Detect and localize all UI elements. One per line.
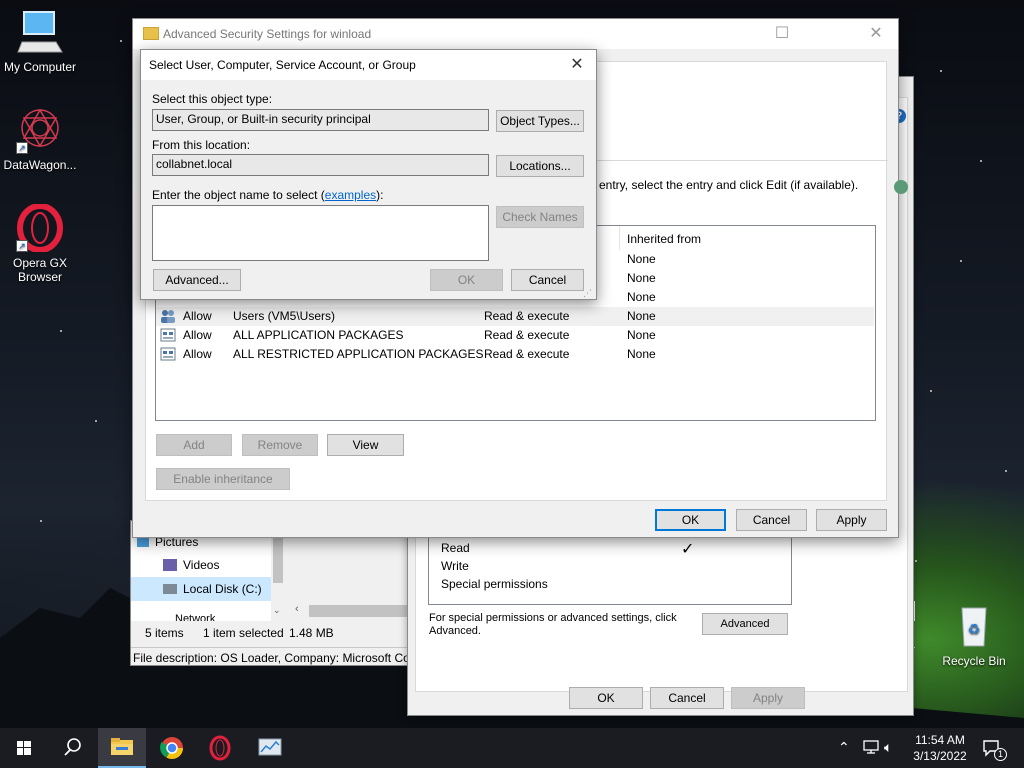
globe-icon: [894, 180, 908, 194]
advanced-hint-text: For special permissions or advanced sett…: [429, 612, 677, 637]
properties-apply-button[interactable]: Apply: [731, 687, 805, 709]
file-description: File description: OS Loader, Company: Mi…: [133, 651, 414, 665]
taskbar-chrome[interactable]: [148, 728, 196, 768]
resize-grip-icon[interactable]: ⋰: [583, 288, 593, 298]
advanced-cancel-button[interactable]: Cancel: [736, 509, 807, 531]
properties-ok-button[interactable]: OK: [569, 687, 643, 709]
permission-entry-row[interactable]: Allow ALL RESTRICTED APPLICATION PACKAGE…: [156, 345, 874, 364]
desktop-icon-recycle-bin[interactable]: ♻ Recycle Bin: [934, 602, 1014, 668]
permission-entry-row[interactable]: Allow Users (VM5\Users) Read & execute N…: [156, 307, 874, 326]
drive-icon: [163, 584, 177, 594]
location-label: From this location:: [152, 138, 251, 152]
nav-item-local-disk[interactable]: Local Disk (C:): [183, 582, 262, 596]
maximize-icon[interactable]: ☐: [759, 19, 805, 49]
advanced-ok-button[interactable]: OK: [655, 509, 726, 531]
object-name-input[interactable]: [152, 205, 489, 261]
app-package-icon: [160, 327, 176, 343]
advanced-apply-button[interactable]: Apply: [816, 509, 887, 531]
users-group-icon: [160, 308, 176, 324]
taskbar-opera-gx[interactable]: [196, 728, 244, 768]
close-icon[interactable]: ✕: [853, 19, 899, 49]
desktop-icon-my-computer[interactable]: My Computer: [0, 8, 80, 74]
videos-icon: [163, 559, 177, 571]
select-user-dialog: Select User, Computer, Service Account, …: [140, 49, 597, 300]
check-names-button[interactable]: Check Names: [496, 206, 584, 228]
select-user-cancel-button[interactable]: Cancel: [511, 269, 584, 291]
scroll-down-arrow-icon[interactable]: ⌄: [273, 605, 281, 616]
column-header-inherited-from[interactable]: Inherited from: [627, 232, 701, 246]
nav-item-network[interactable]: Network: [175, 613, 215, 621]
opera-gx-icon: [209, 735, 231, 761]
permission-read: Read: [441, 541, 470, 555]
permission-write: Write: [441, 559, 469, 573]
desktop-icon-opera-gx[interactable]: ↗ Opera GX Browser: [0, 203, 80, 284]
windows-logo-icon: [17, 741, 31, 755]
object-name-label: Enter the object name to select (example…: [152, 188, 384, 202]
add-button[interactable]: Add: [156, 434, 232, 456]
taskbar-control-panel[interactable]: [246, 728, 294, 768]
volume-icon[interactable]: 🔈︎: [884, 739, 892, 756]
permission-entry-row[interactable]: Allow ALL APPLICATION PACKAGES Read & ex…: [156, 326, 874, 345]
shortcut-arrow-icon: ↗: [16, 240, 28, 252]
advanced-security-titlebar: Advanced Security Settings for winload ☐…: [133, 19, 898, 49]
object-type-field: User, Group, or Built-in security princi…: [152, 109, 489, 131]
taskbar: ⌃ 🔈︎ 11:54 AM 3/13/2022 1: [0, 728, 1024, 768]
enable-inheritance-button[interactable]: Enable inheritance: [156, 468, 290, 490]
allow-check-icon: ✓: [681, 541, 695, 558]
examples-link[interactable]: examples: [325, 188, 376, 202]
select-user-title: Select User, Computer, Service Account, …: [149, 58, 416, 72]
svg-text:♻: ♻: [968, 622, 981, 638]
instruction-text: entry, select the entry and click Edit (…: [599, 178, 859, 192]
location-field: collabnet.local: [152, 154, 489, 176]
taskbar-file-explorer[interactable]: [98, 728, 146, 768]
remove-button[interactable]: Remove: [242, 434, 318, 456]
column-divider[interactable]: [619, 226, 620, 250]
clock-time[interactable]: 11:54 AM: [906, 733, 974, 747]
permissions-list: Read ✓ Write Special permissions: [428, 537, 792, 605]
properties-cancel-button[interactable]: Cancel: [650, 687, 724, 709]
app-package-icon: [160, 346, 176, 362]
select-user-advanced-button[interactable]: Advanced...: [153, 269, 241, 291]
clock-date[interactable]: 3/13/2022: [906, 749, 974, 763]
search-button[interactable]: [48, 728, 96, 768]
computer-icon: [16, 8, 64, 56]
folder-icon: [143, 27, 159, 40]
object-types-button[interactable]: Object Types...: [496, 110, 584, 132]
status-selected-count: 1 item selected: [203, 626, 284, 640]
locations-button[interactable]: Locations...: [496, 155, 584, 177]
search-icon: [64, 738, 81, 756]
shortcut-arrow-icon: ↗: [16, 142, 28, 154]
chrome-icon: [160, 737, 183, 759]
close-icon[interactable]: ✕: [558, 50, 596, 80]
desktop-icon-datawagon[interactable]: ↗ DataWagon...: [0, 106, 80, 172]
scroll-left-arrow-icon[interactable]: ‹: [295, 603, 299, 615]
status-selected-size: 1.48 MB: [289, 626, 334, 640]
select-user-ok-button[interactable]: OK: [430, 269, 503, 291]
view-button[interactable]: View: [327, 434, 404, 456]
status-item-count: 5 items: [145, 626, 184, 640]
show-hidden-icons-icon[interactable]: ⌃: [838, 739, 850, 756]
file-explorer-icon: [111, 738, 133, 755]
advanced-security-title: Advanced Security Settings for winload: [163, 27, 372, 41]
datawagon-icon: ↗: [16, 106, 64, 154]
content-scrollbar-thumb[interactable]: [309, 605, 409, 617]
network-icon[interactable]: [862, 738, 880, 756]
control-panel-icon: [258, 738, 282, 756]
start-button[interactable]: [0, 728, 48, 768]
object-type-label: Select this object type:: [152, 92, 273, 106]
select-user-titlebar: Select User, Computer, Service Account, …: [141, 50, 596, 80]
properties-advanced-button[interactable]: Advanced: [702, 613, 788, 635]
notification-badge: 1: [994, 748, 1007, 761]
opera-gx-icon: ↗: [16, 203, 64, 253]
nav-item-videos[interactable]: Videos: [183, 558, 219, 572]
recycle-bin-icon: ♻: [950, 602, 998, 650]
permission-special: Special permissions: [441, 577, 548, 591]
